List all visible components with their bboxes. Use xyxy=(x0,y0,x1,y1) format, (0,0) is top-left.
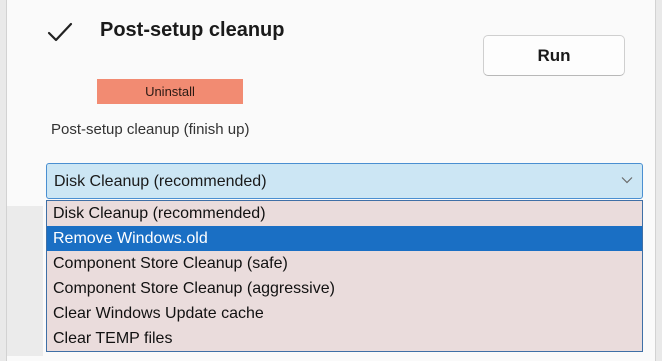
cleanup-select-value: Disk Cleanup (recommended) xyxy=(54,173,267,190)
run-button[interactable]: Run xyxy=(483,35,625,76)
section-title: Post-setup cleanup xyxy=(100,19,285,41)
cleanup-select[interactable]: Disk Cleanup (recommended) xyxy=(46,163,643,199)
cleanup-field-label: Post-setup cleanup (finish up) xyxy=(51,121,250,138)
dropdown-option-disk-cleanup[interactable]: Disk Cleanup (recommended) xyxy=(47,201,642,226)
uninstall-button[interactable]: Uninstall xyxy=(97,79,243,104)
panel-separator xyxy=(7,206,43,356)
cleanup-dropdown-list: Disk Cleanup (recommended) Remove Window… xyxy=(46,200,643,352)
dropdown-option-clear-update-cache[interactable]: Clear Windows Update cache xyxy=(47,301,642,326)
dropdown-option-component-store-aggressive[interactable]: Component Store Cleanup (aggressive) xyxy=(47,276,642,301)
dropdown-option-component-store-safe[interactable]: Component Store Cleanup (safe) xyxy=(47,251,642,276)
chevron-down-icon xyxy=(621,177,633,184)
dropdown-option-clear-temp[interactable]: Clear TEMP files xyxy=(47,326,642,351)
dropdown-option-remove-windows-old[interactable]: Remove Windows.old xyxy=(47,226,642,251)
window: Post-setup cleanup Run Uninstall Post-se… xyxy=(0,0,662,361)
checkmark-icon xyxy=(47,22,73,42)
